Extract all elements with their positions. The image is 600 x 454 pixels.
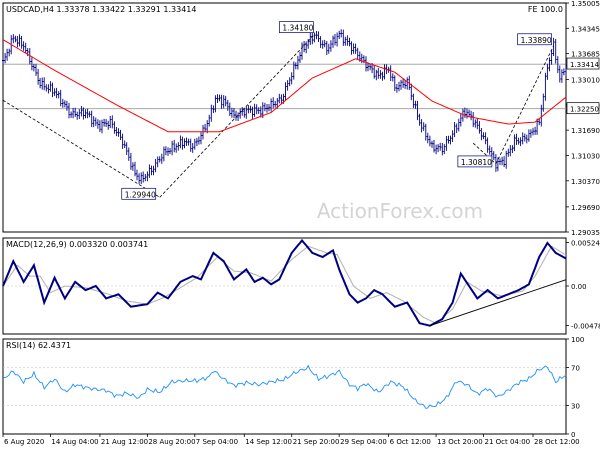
x-axis-label: 21 Oct 04:00 bbox=[485, 438, 531, 446]
chart-header: USDCAD,H4 1.33378 1.33422 1.33291 1.3341… bbox=[6, 5, 196, 14]
price-axis-label: 1.31030 bbox=[571, 152, 600, 160]
x-axis-label: 28 Oct 12:00 bbox=[534, 438, 580, 446]
x-axis-label: 14 Sep 12:00 bbox=[245, 438, 292, 446]
price-axis-label: 1.33010 bbox=[571, 77, 600, 85]
rsi-axis-label: 100 bbox=[571, 336, 584, 344]
price-axis-label: 1.29035 bbox=[571, 229, 600, 237]
price-axis-label: 1.30370 bbox=[571, 178, 600, 186]
fe-label: FE 100.0 bbox=[528, 5, 563, 14]
price-axis-label: 1.31690 bbox=[571, 127, 600, 135]
macd-axis-label: -0.004785 bbox=[571, 323, 600, 331]
rsi-title: RSI(14) 62.4371 bbox=[6, 341, 71, 350]
level-annotation-label: 1.29940 bbox=[125, 190, 156, 199]
x-axis-label: 7 Sep 04:00 bbox=[196, 438, 238, 446]
x-axis-label: 28 Aug 20:00 bbox=[148, 438, 195, 446]
price-axis-label: 1.33685 bbox=[571, 51, 600, 59]
price-axis-label: 1.35005 bbox=[571, 0, 600, 8]
x-axis-label: 6 Oct 12:00 bbox=[390, 438, 431, 446]
macd-axis-label: 0.00 bbox=[571, 283, 587, 291]
level-annotation-label: 1.34180 bbox=[282, 24, 313, 33]
chart-window: ActionForex.com USDCAD,H4 1.33378 1.3342… bbox=[0, 0, 600, 450]
current-price-label: 1.33414 bbox=[570, 61, 599, 69]
x-axis-label: 6 Aug 2020 bbox=[4, 438, 44, 446]
x-axis-label: 21 Aug 12:00 bbox=[101, 438, 148, 446]
level-annotation-label: 1.33890 bbox=[521, 36, 552, 45]
chart-svg: ActionForex.com USDCAD,H4 1.33378 1.3342… bbox=[0, 0, 600, 450]
macd-title: MACD(12,26,9) 0.003320 0.003741 bbox=[6, 240, 148, 249]
x-axis-label: 13 Oct 20:00 bbox=[437, 438, 483, 446]
x-axis-label: 14 Aug 04:00 bbox=[51, 438, 98, 446]
price-axis-label: 1.29690 bbox=[571, 204, 600, 212]
level-axis-label: 1.32250 bbox=[570, 106, 599, 114]
watermark-text: ActionForex.com bbox=[317, 199, 483, 223]
price-axis-label: 1.34345 bbox=[571, 25, 600, 33]
rsi-axis-label: 30 bbox=[571, 403, 580, 411]
macd-axis-label: 0.005249 bbox=[571, 240, 600, 248]
x-axis-label: 29 Sep 04:00 bbox=[340, 438, 387, 446]
x-axis-label: 21 Sep 20:00 bbox=[293, 438, 340, 446]
level-annotation-label: 1.30810 bbox=[461, 158, 492, 167]
rsi-axis-label: 70 bbox=[571, 365, 580, 373]
